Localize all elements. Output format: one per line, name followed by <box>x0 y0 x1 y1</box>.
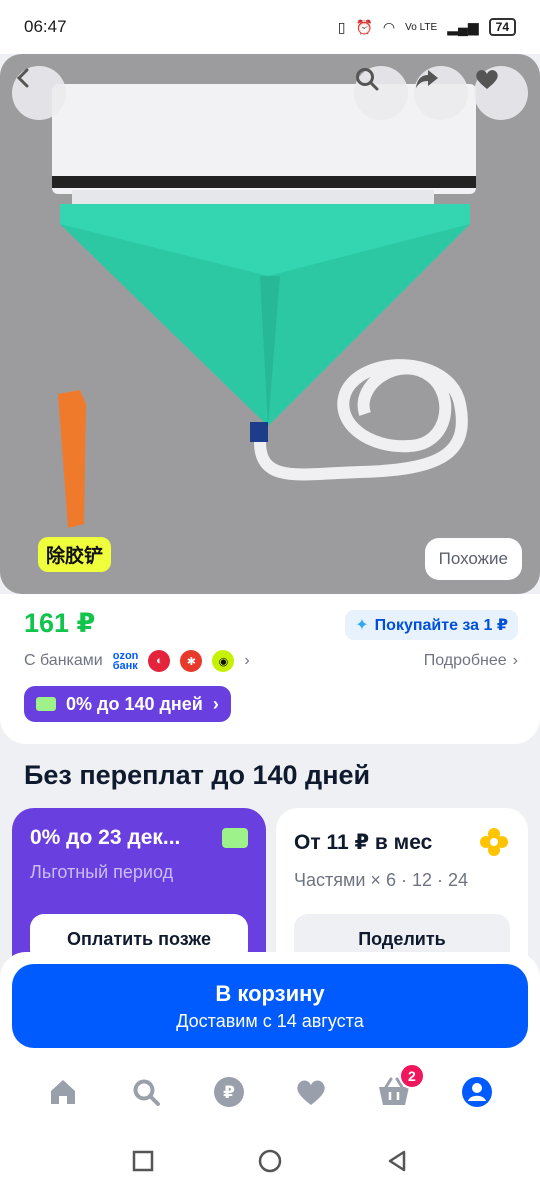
recents-button[interactable] <box>131 1149 155 1173</box>
installment-pill[interactable]: 0% до 140 дней › <box>24 686 231 722</box>
product-image[interactable]: 除胶铲 Похожие <box>0 54 540 594</box>
bank-logo-2: ✱ <box>180 650 203 672</box>
card-icon <box>222 828 248 848</box>
similar-button[interactable]: Похожие <box>424 538 522 580</box>
back-button[interactable] <box>12 66 66 120</box>
status-time: 06:47 <box>24 17 67 36</box>
card-icon <box>36 697 56 711</box>
profile-icon <box>461 1077 492 1107</box>
banks-row[interactable]: С банками ozon банк ◐ ✱ ◉ › Подробнее › <box>24 648 518 674</box>
favorite-button[interactable] <box>474 66 528 120</box>
banks-label: С банками <box>24 652 103 669</box>
tab-search[interactable] <box>123 1069 169 1115</box>
chevron-left-icon <box>16 68 29 88</box>
search-icon <box>356 68 379 91</box>
heart-icon <box>476 70 498 89</box>
buy-for-1-label: Покупайте за 1 ₽ <box>374 617 508 634</box>
bank-logo-1: ◐ <box>148 650 171 672</box>
cart-subtitle: Доставим с 14 августа <box>176 1010 364 1031</box>
card-subtitle: Льготный период <box>30 862 174 882</box>
back-nav-button[interactable] <box>385 1149 409 1173</box>
system-nav-bar <box>0 1122 540 1200</box>
split-logo-icon <box>480 828 508 856</box>
share-button[interactable] <box>414 66 468 120</box>
svg-text:₽: ₽ <box>223 1083 235 1103</box>
bank-logo-3: ◉ <box>212 650 235 672</box>
price-value: 161 ₽ <box>24 608 96 638</box>
status-icons: ▯ ⏰ ◠ Vo LTE ▂▄▆ 74 <box>338 18 516 36</box>
home-button[interactable] <box>257 1148 283 1174</box>
chevron-right-icon: › <box>244 652 250 669</box>
sparkle-icon: ✦ <box>355 617 369 634</box>
price-card: 161 ₽ ✦ Покупайте за 1 ₽ С банками ozon б… <box>0 594 540 744</box>
tab-profile[interactable] <box>454 1069 500 1115</box>
card-title: От 11 ₽ в мес <box>294 830 433 854</box>
status-bar: 06:47 ▯ ⏰ ◠ Vo LTE ▂▄▆ 74 <box>0 0 540 54</box>
more-link[interactable]: Подробнее › <box>424 652 518 670</box>
ruble-icon: ₽ <box>213 1077 244 1107</box>
wifi-icon: ◠ <box>382 18 396 35</box>
tab-favorites[interactable] <box>288 1069 334 1115</box>
signal-icon: ▂▄▆ <box>447 18 479 35</box>
chevron-right-icon: › <box>212 693 219 714</box>
battery-icon: 74 <box>488 18 516 36</box>
search-button[interactable] <box>354 66 408 120</box>
image-sticker: 除胶铲 <box>38 537 112 572</box>
home-icon <box>51 1080 76 1104</box>
card-title: 0% до 23 дек... <box>30 826 181 849</box>
card-subtitle: Частями × 6 · 12 · 24 <box>294 870 468 890</box>
cart-badge: 2 <box>398 1063 425 1089</box>
share-icon <box>416 70 438 88</box>
more-label: Подробнее <box>423 652 507 669</box>
cart-title: В корзину <box>215 980 325 1006</box>
installment-label: 0% до 140 дней <box>66 693 203 714</box>
section-title: Без переплат до 140 дней <box>24 760 371 790</box>
chevron-right-icon: › <box>512 652 518 669</box>
buy-for-1-button[interactable]: ✦ Покупайте за 1 ₽ <box>345 610 518 640</box>
heart-icon <box>297 1080 325 1105</box>
tab-finance[interactable]: ₽ <box>206 1069 252 1115</box>
tab-home[interactable] <box>40 1069 86 1115</box>
vibrate-icon: ▯ <box>337 18 346 35</box>
product-illustration <box>52 84 476 528</box>
ozon-bank-logo: ozon банк <box>112 650 139 672</box>
tab-cart[interactable]: 2 <box>371 1063 425 1115</box>
add-to-cart-button[interactable]: В корзину Доставим с 14 августа <box>12 964 528 1048</box>
network-label: Vo LTE <box>405 21 438 33</box>
search-icon <box>133 1079 160 1106</box>
tab-bar: ₽ 2 <box>0 1062 540 1122</box>
alarm-icon: ⏰ <box>355 18 373 35</box>
